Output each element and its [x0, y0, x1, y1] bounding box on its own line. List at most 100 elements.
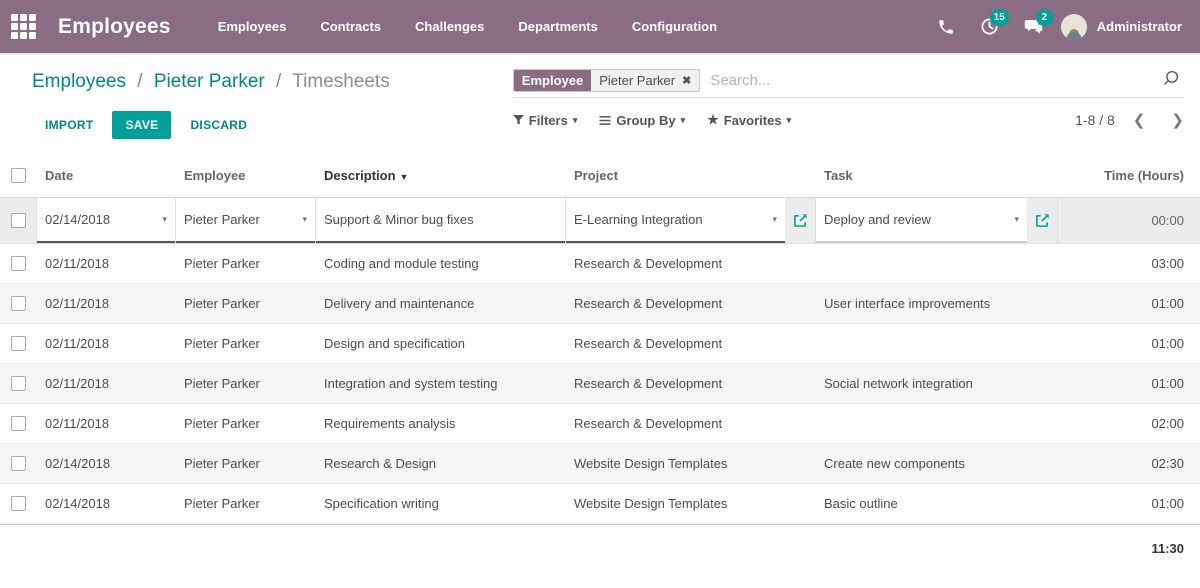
- cell-project[interactable]: Research & Development: [565, 256, 815, 271]
- cell-task[interactable]: User interface improvements: [815, 296, 1057, 311]
- pager-previous-icon[interactable]: ❮: [1133, 113, 1146, 128]
- cell-time[interactable]: 01:00: [1057, 496, 1200, 511]
- cell-time[interactable]: 02:30: [1057, 456, 1200, 471]
- cell-employee[interactable]: Pieter Parker: [175, 336, 315, 351]
- save-button[interactable]: SAVE: [112, 111, 171, 139]
- cell-task[interactable]: Social network integration: [815, 376, 1057, 391]
- cell-employee[interactable]: Pieter Parker: [175, 496, 315, 511]
- menu-configuration[interactable]: Configuration: [619, 11, 730, 42]
- breadcrumb-pieter-parker[interactable]: Pieter Parker: [154, 71, 265, 92]
- phone-icon[interactable]: [929, 10, 963, 44]
- cell-date[interactable]: 02/11/2018: [36, 296, 175, 311]
- cell-project[interactable]: Website Design Templates: [565, 496, 815, 511]
- table-row[interactable]: 02/14/2018 Pieter Parker Research & Desi…: [0, 444, 1200, 484]
- cell-description[interactable]: Design and specification: [315, 336, 565, 351]
- group-by-dropdown[interactable]: Group By ▾: [599, 113, 685, 128]
- pager-next-icon[interactable]: ❯: [1171, 113, 1184, 128]
- menu-departments[interactable]: Departments: [505, 11, 610, 42]
- cell-date[interactable]: 02/14/2018: [36, 456, 175, 471]
- cell-employee[interactable]: Pieter Parker: [175, 376, 315, 391]
- table-row[interactable]: 02/11/2018 Pieter Parker Integration and…: [0, 364, 1200, 404]
- employee-field[interactable]: Pieter Parker ▾: [176, 198, 315, 243]
- employee-value: Pieter Parker: [184, 212, 296, 227]
- task-external-link-icon[interactable]: [1027, 198, 1057, 243]
- header-date[interactable]: Date: [36, 168, 175, 183]
- header-project[interactable]: Project: [565, 168, 815, 183]
- cell-date[interactable]: 02/11/2018: [36, 416, 175, 431]
- cell-time[interactable]: 01:00: [1057, 296, 1200, 311]
- cell-task[interactable]: Create new components: [815, 456, 1057, 471]
- row-checkbox[interactable]: [11, 336, 26, 351]
- table-row[interactable]: 02/11/2018 Pieter Parker Coding and modu…: [0, 244, 1200, 284]
- chevron-down-icon[interactable]: ▾: [1014, 214, 1019, 225]
- cell-task[interactable]: Basic outline: [815, 496, 1057, 511]
- menu-challenges[interactable]: Challenges: [402, 11, 497, 42]
- user-avatar[interactable]: [1061, 14, 1087, 40]
- table-body: 02/11/2018 Pieter Parker Coding and modu…: [0, 244, 1200, 524]
- cell-description[interactable]: Specification writing: [315, 496, 565, 511]
- cell-time[interactable]: 01:00: [1057, 376, 1200, 391]
- cell-project[interactable]: Research & Development: [565, 416, 815, 431]
- menu-contracts[interactable]: Contracts: [307, 11, 394, 42]
- date-value: 02/14/2018: [45, 212, 156, 227]
- cell-employee[interactable]: Pieter Parker: [175, 296, 315, 311]
- cell-date[interactable]: 02/11/2018: [36, 376, 175, 391]
- breadcrumb-employees[interactable]: Employees: [32, 71, 126, 92]
- date-field[interactable]: 02/14/2018 ▾: [37, 198, 175, 243]
- favorites-dropdown[interactable]: ★ Favorites ▾: [707, 112, 791, 128]
- cell-description[interactable]: Research & Design: [315, 456, 565, 471]
- header-description[interactable]: Description▼: [315, 168, 565, 183]
- search-input[interactable]: [710, 72, 1162, 89]
- cell-time[interactable]: 02:00: [1057, 416, 1200, 431]
- cell-time[interactable]: 03:00: [1057, 256, 1200, 271]
- row-checkbox[interactable]: [11, 416, 26, 431]
- chevron-down-icon[interactable]: ▾: [772, 214, 777, 225]
- row-checkbox[interactable]: [11, 496, 26, 511]
- cell-date[interactable]: 02/11/2018: [36, 336, 175, 351]
- cell-project[interactable]: Research & Development: [565, 296, 815, 311]
- cell-employee[interactable]: Pieter Parker: [175, 456, 315, 471]
- cell-description[interactable]: Requirements analysis: [315, 416, 565, 431]
- project-field[interactable]: E-Learning Integration ▾: [566, 198, 785, 243]
- discard-button[interactable]: DISCARD: [177, 111, 260, 139]
- header-time[interactable]: Time (Hours): [1057, 168, 1200, 183]
- filters-dropdown[interactable]: Filters ▾: [513, 113, 578, 128]
- cell-project[interactable]: Website Design Templates: [565, 456, 815, 471]
- cell-project[interactable]: Research & Development: [565, 376, 815, 391]
- cell-time[interactable]: 01:00: [1057, 336, 1200, 351]
- row-checkbox[interactable]: [11, 256, 26, 271]
- cell-employee[interactable]: Pieter Parker: [175, 416, 315, 431]
- cell-date[interactable]: 02/11/2018: [36, 256, 175, 271]
- cell-description[interactable]: Coding and module testing: [315, 256, 565, 271]
- chevron-down-icon[interactable]: ▾: [162, 214, 167, 225]
- description-field[interactable]: Support & Minor bug fixes: [316, 198, 565, 243]
- table-row[interactable]: 02/11/2018 Pieter Parker Delivery and ma…: [0, 284, 1200, 324]
- header-employee[interactable]: Employee: [175, 168, 315, 183]
- search-icon[interactable]: [1162, 69, 1180, 92]
- cell-date[interactable]: 02/14/2018: [36, 496, 175, 511]
- project-external-link-icon[interactable]: [785, 198, 815, 243]
- facet-remove-icon[interactable]: ✖: [682, 74, 691, 87]
- select-all-checkbox[interactable]: [11, 168, 26, 183]
- cell-employee[interactable]: Pieter Parker: [175, 256, 315, 271]
- import-button[interactable]: IMPORT: [32, 111, 106, 139]
- cell-project[interactable]: Research & Development: [565, 336, 815, 351]
- header-task[interactable]: Task: [815, 168, 1057, 183]
- activities-clock-icon[interactable]: 15: [973, 10, 1007, 44]
- table-row[interactable]: 02/11/2018 Pieter Parker Design and spec…: [0, 324, 1200, 364]
- table-row[interactable]: 02/14/2018 Pieter Parker Specification w…: [0, 484, 1200, 524]
- messages-icon[interactable]: 2: [1017, 10, 1051, 44]
- cell-description[interactable]: Delivery and maintenance: [315, 296, 565, 311]
- user-menu[interactable]: Administrator: [1097, 19, 1182, 34]
- row-checkbox[interactable]: [11, 456, 26, 471]
- row-checkbox[interactable]: [11, 213, 26, 228]
- row-checkbox[interactable]: [11, 376, 26, 391]
- chevron-down-icon[interactable]: ▾: [302, 214, 307, 225]
- apps-menu-button[interactable]: [0, 0, 46, 53]
- table-row[interactable]: 02/11/2018 Pieter Parker Requirements an…: [0, 404, 1200, 444]
- time-field[interactable]: 00:00: [1057, 198, 1200, 243]
- task-field[interactable]: Deploy and review ▾: [816, 198, 1027, 243]
- cell-description[interactable]: Integration and system testing: [315, 376, 565, 391]
- menu-employees[interactable]: Employees: [205, 11, 300, 42]
- row-checkbox[interactable]: [11, 296, 26, 311]
